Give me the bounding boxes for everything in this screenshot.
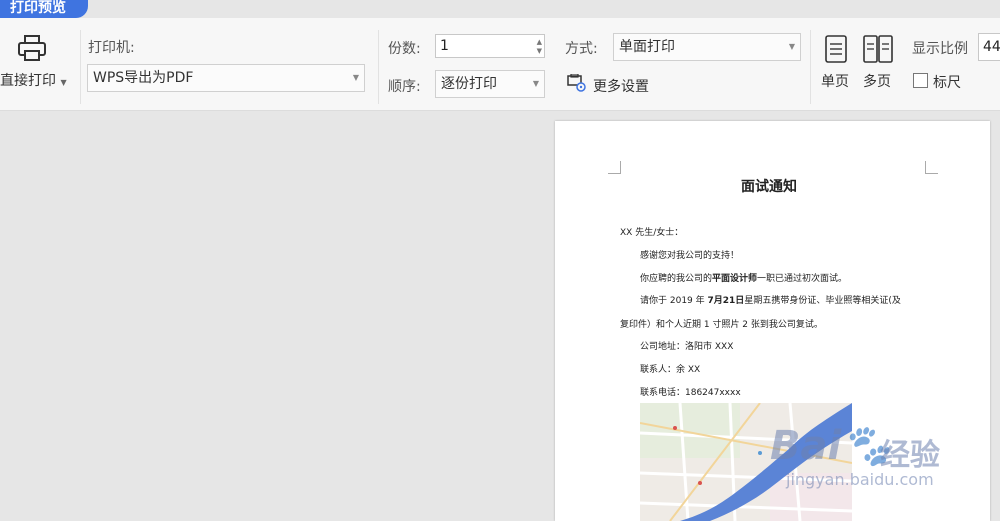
- direct-print-label: 直接打印: [0, 73, 56, 89]
- mode-label: 方式:: [565, 41, 598, 57]
- chevron-down-icon: ▼: [352, 73, 359, 82]
- dropdown-arrow-icon[interactable]: ▼: [60, 78, 66, 87]
- copies-stepper[interactable]: 1 ▲ ▼: [435, 34, 545, 58]
- order-select-value: 逐份打印: [441, 76, 497, 92]
- watermark-brand: Bai: [770, 423, 842, 469]
- divider: [80, 30, 81, 104]
- order-label: 顺序:: [388, 79, 421, 95]
- copies-label: 份数:: [388, 41, 421, 57]
- text-span: 你应聘的我公司的: [640, 274, 713, 284]
- divider: [378, 30, 379, 104]
- interview-date: 7月21日: [707, 296, 745, 306]
- printer-label: 打印机:: [88, 40, 135, 56]
- text-span: 一职已通过初次面试。: [757, 274, 848, 284]
- document-line: 复印件）和个人近期 1 寸照片 2 张到我公司复试。: [620, 320, 823, 330]
- mode-select[interactable]: 单面打印 ▼: [613, 33, 801, 61]
- text-span: 星期五携带身份证、毕业照等相关证(及: [744, 296, 901, 306]
- decrement-icon[interactable]: ▼: [537, 47, 542, 55]
- mode-select-value: 单面打印: [619, 39, 675, 55]
- text-span: 请你于 2019 年: [640, 296, 705, 306]
- contact-person: 联系人：余 XX: [640, 365, 701, 375]
- single-page-icon[interactable]: [824, 34, 848, 64]
- print-toolbar: 直接打印 ▼ 打印机: WPS导出为PDF ▼ 份数: 1 ▲ ▼ 顺序: 逐份…: [0, 18, 1000, 111]
- zoom-label: 显示比例: [912, 41, 968, 57]
- watermark-brand2: 经验: [880, 438, 940, 473]
- divider: [810, 30, 811, 104]
- ruler-checkbox[interactable]: [913, 73, 928, 88]
- increment-icon[interactable]: ▲: [537, 38, 542, 46]
- single-page-button[interactable]: 单页: [821, 71, 849, 91]
- copies-value: 1: [440, 38, 449, 54]
- zoom-input[interactable]: 44: [978, 33, 1000, 61]
- printer-select-value: WPS导出为PDF: [93, 70, 194, 86]
- margin-corner-mark: [925, 161, 938, 174]
- multi-page-icon[interactable]: [862, 34, 894, 64]
- ruler-label: 标尺: [933, 75, 961, 91]
- more-settings-button[interactable]: 更多设置: [593, 76, 649, 96]
- company-address: 公司地址：洛阳市 XXX: [640, 342, 734, 352]
- watermark-url: jingyan.baidu.com: [786, 470, 934, 489]
- direct-print-button[interactable]: 直接打印 ▼: [0, 70, 67, 90]
- settings-icon[interactable]: [567, 73, 587, 92]
- order-select[interactable]: 逐份打印 ▼: [435, 70, 545, 98]
- document-line: 你应聘的我公司的平面设计师一职已通过初次面试。: [640, 271, 847, 284]
- chevron-down-icon: ▼: [788, 42, 795, 51]
- chevron-down-icon: ▼: [532, 79, 539, 88]
- printer-icon[interactable]: [17, 34, 47, 62]
- printer-select[interactable]: WPS导出为PDF ▼: [87, 64, 365, 92]
- document-line: 感谢您对我公司的支持！: [640, 251, 740, 261]
- contact-phone: 联系电话：186247xxxx: [640, 388, 741, 398]
- document-title: 面试通知: [741, 179, 797, 195]
- zoom-value: 44: [983, 39, 1000, 55]
- print-preview-tab[interactable]: 打印预览: [0, 0, 88, 18]
- document-greeting: XX 先生/女士：: [620, 228, 684, 238]
- margin-corner-mark: [608, 161, 621, 174]
- job-title: 平面设计师: [712, 274, 758, 284]
- watermark-logo: Bai🐾: [770, 422, 891, 469]
- multi-page-button[interactable]: 多页: [863, 71, 891, 91]
- document-line: 请你于 2019 年 7月21日星期五携带身份证、毕业照等相关证(及: [640, 293, 901, 306]
